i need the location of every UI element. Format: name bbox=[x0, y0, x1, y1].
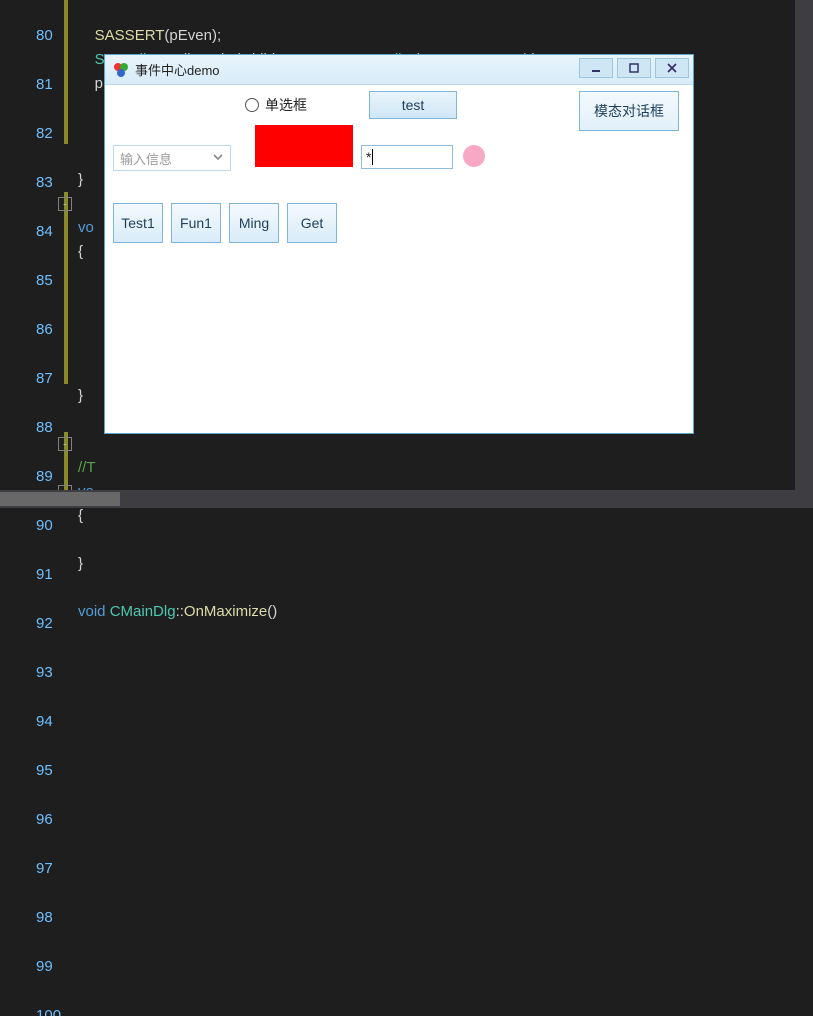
fold-collapse-icon[interactable]: - bbox=[58, 437, 72, 451]
code-token: :: bbox=[176, 603, 184, 620]
line-number: 91 bbox=[36, 566, 53, 583]
line-number: 88 bbox=[36, 419, 53, 436]
status-dot-icon bbox=[463, 145, 485, 167]
line-number: 84 bbox=[36, 223, 53, 240]
line-number: 86 bbox=[36, 321, 53, 338]
test1-button[interactable]: Test1 bbox=[113, 203, 163, 243]
line-number: 95 bbox=[36, 762, 53, 779]
test-button[interactable]: test bbox=[369, 91, 457, 119]
modal-dialog-button[interactable]: 模态对话框 bbox=[579, 91, 679, 131]
line-number: 96 bbox=[36, 811, 53, 828]
line-number: 89 bbox=[36, 468, 53, 485]
fun1-button[interactable]: Fun1 bbox=[171, 203, 221, 243]
line-number: 85 bbox=[36, 272, 53, 289]
fold-gutter: - - - bbox=[56, 0, 78, 508]
scrollbar-thumb[interactable] bbox=[0, 492, 120, 506]
code-token: SASSERT bbox=[95, 27, 165, 44]
maximize-button[interactable] bbox=[617, 58, 651, 78]
line-number: 83 bbox=[36, 174, 53, 191]
horizontal-scrollbar[interactable] bbox=[0, 490, 795, 508]
line-number: 98 bbox=[36, 909, 53, 926]
window-title: 事件中心demo bbox=[135, 60, 220, 79]
line-number: 94 bbox=[36, 713, 53, 730]
line-number-gutter: 80 81 82 83 84 85 86 87 88 89 90 91 92 9… bbox=[0, 0, 56, 508]
line-number: 99 bbox=[36, 958, 53, 975]
window-client-area: 单选框 test 模态对话框 输入信息 * Test1 Fun1 Ming Ge… bbox=[105, 85, 693, 433]
line-number: 80 bbox=[36, 27, 53, 44]
radio-icon bbox=[245, 98, 259, 112]
code-token: //T bbox=[78, 459, 96, 476]
line-number: 82 bbox=[36, 125, 53, 142]
line-number: 92 bbox=[36, 615, 53, 632]
line-number: 90 bbox=[36, 517, 53, 534]
code-token: } bbox=[78, 171, 83, 188]
fold-collapse-icon[interactable]: - bbox=[58, 197, 72, 211]
close-button[interactable] bbox=[655, 58, 689, 78]
code-token: vo bbox=[78, 219, 94, 236]
radio-label: 单选框 bbox=[265, 95, 307, 115]
red-panel bbox=[255, 125, 353, 167]
code-token: } bbox=[78, 387, 83, 404]
code-token: () bbox=[267, 603, 277, 620]
combobox-placeholder: 输入信息 bbox=[120, 149, 172, 168]
code-token: { bbox=[78, 243, 83, 260]
code-token: (pEven); bbox=[164, 27, 221, 44]
vertical-scrollbar[interactable] bbox=[795, 0, 813, 508]
code-token: } bbox=[78, 555, 83, 572]
app-icon bbox=[113, 62, 129, 78]
line-number: 100 bbox=[36, 1007, 61, 1016]
input-info-combobox[interactable]: 输入信息 bbox=[113, 145, 231, 171]
line-number: 97 bbox=[36, 860, 53, 877]
line-number: 93 bbox=[36, 664, 53, 681]
code-token: void bbox=[78, 603, 106, 620]
chevron-down-icon bbox=[212, 151, 224, 166]
password-input[interactable]: * bbox=[361, 145, 453, 169]
password-value: * bbox=[366, 149, 371, 165]
demo-window: 事件中心demo 单选框 test 模态对话框 输入信息 * Test1 Fun… bbox=[104, 54, 694, 434]
line-number: 81 bbox=[36, 76, 53, 93]
single-select-radio[interactable]: 单选框 bbox=[245, 95, 307, 115]
code-token: { bbox=[78, 507, 83, 524]
ming-button[interactable]: Ming bbox=[229, 203, 279, 243]
code-token: CMainDlg bbox=[110, 603, 176, 620]
code-token: OnMaximize bbox=[184, 603, 267, 620]
text-caret bbox=[372, 149, 373, 165]
minimize-button[interactable] bbox=[579, 58, 613, 78]
titlebar[interactable]: 事件中心demo bbox=[105, 55, 693, 85]
button-row: Test1 Fun1 Ming Get bbox=[113, 203, 337, 243]
get-button[interactable]: Get bbox=[287, 203, 337, 243]
line-number: 87 bbox=[36, 370, 53, 387]
